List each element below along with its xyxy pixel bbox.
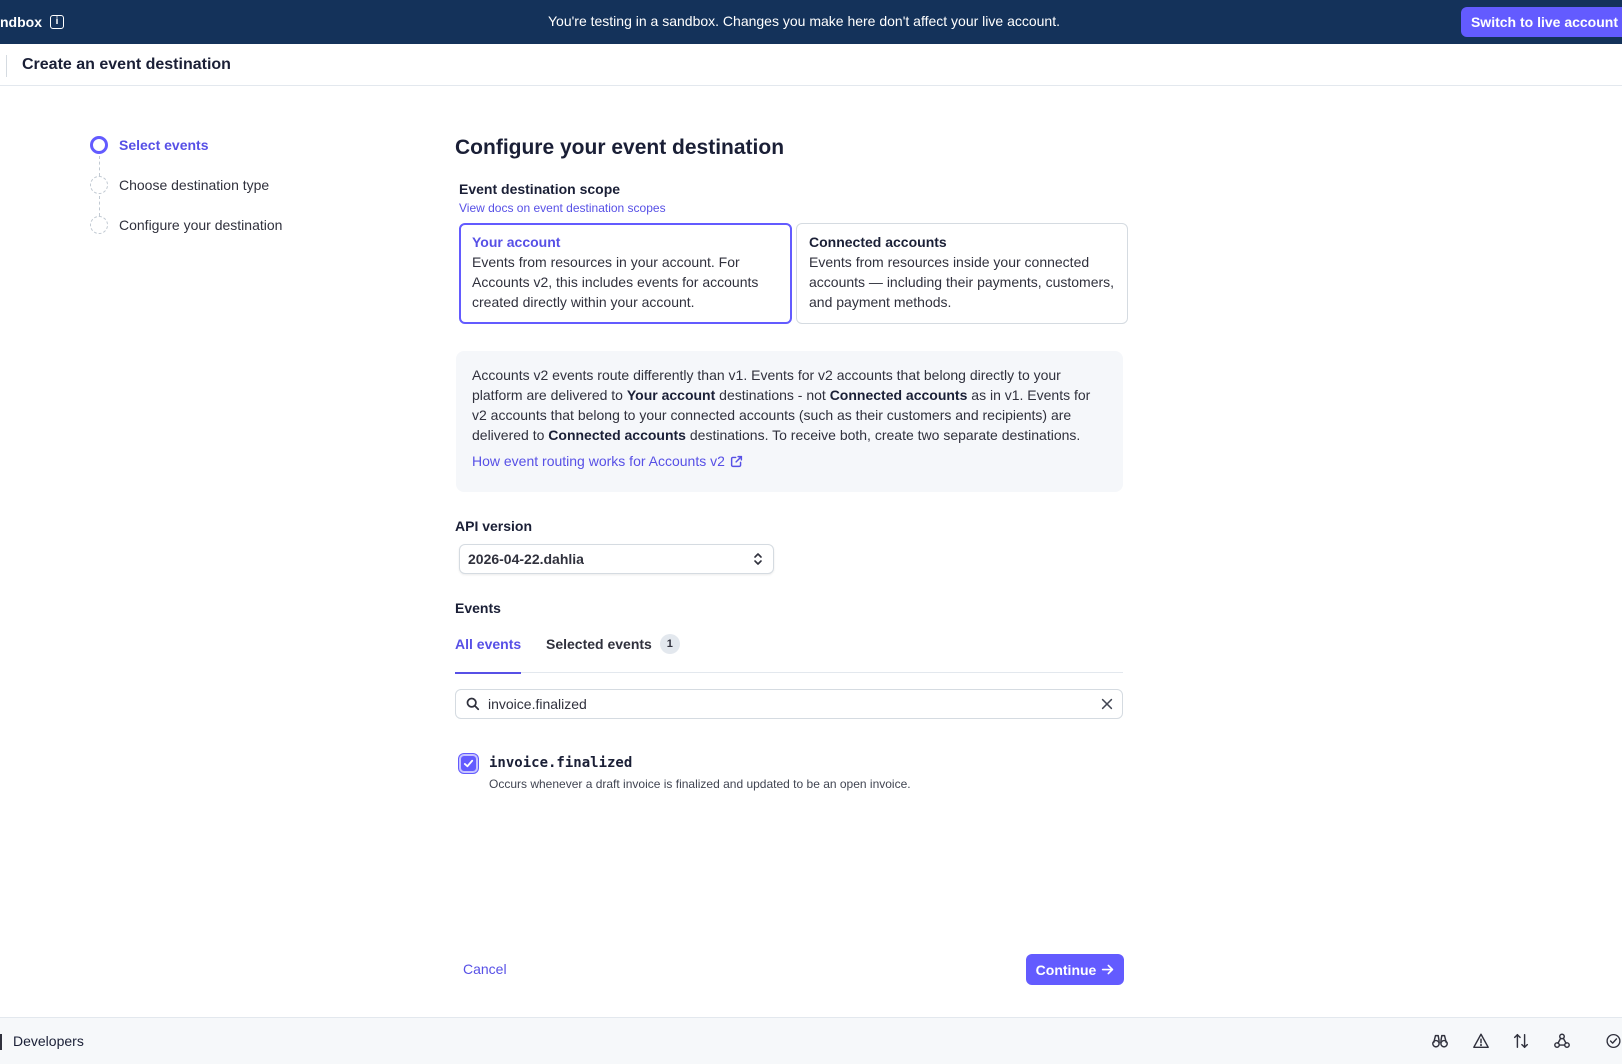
routing-notice: Accounts v2 events route differently tha… xyxy=(456,351,1123,492)
notice-text-part: destinations. To receive both, create tw… xyxy=(685,427,1081,443)
step-pending-indicator xyxy=(90,216,108,234)
footer-divider xyxy=(0,1034,2,1050)
scope-option-connected-accounts[interactable]: Connected accounts Events from resources… xyxy=(796,223,1128,324)
event-checkbox[interactable] xyxy=(459,754,478,773)
event-body: invoice.finalized Occurs whenever a draf… xyxy=(489,754,911,791)
events-label: Events xyxy=(455,600,501,616)
notice-bold: Your account xyxy=(626,387,716,403)
external-link-icon xyxy=(730,455,743,467)
scope-option-description: Events from resources inside your connec… xyxy=(809,254,1115,310)
tab-all-events[interactable]: All events xyxy=(455,636,522,674)
search-icon xyxy=(466,697,480,711)
notice-bold: Connected accounts xyxy=(829,387,968,403)
sandbox-banner: ndbox i You're testing in a sandbox. Cha… xyxy=(0,0,1622,44)
api-version-label: API version xyxy=(455,518,533,534)
warning-icon[interactable] xyxy=(1471,1031,1491,1051)
scope-option-title: Your account xyxy=(472,234,561,250)
arrows-updown-icon[interactable] xyxy=(1511,1031,1531,1051)
tab-selected-events-label: Selected events xyxy=(546,636,652,652)
stepper: Select events Choose destination type Co… xyxy=(90,136,282,256)
continue-label: Continue xyxy=(1035,961,1097,978)
events-tabs: All events Selected events 1 xyxy=(455,628,1123,674)
step-label: Select events xyxy=(119,137,209,153)
arrow-right-icon xyxy=(1102,964,1114,975)
developers-bar: Developers xyxy=(0,1017,1622,1064)
step-label: Configure your destination xyxy=(119,217,283,233)
switch-to-live-button[interactable]: Switch to live account xyxy=(1460,7,1622,37)
continue-button[interactable]: Continue xyxy=(1026,954,1124,985)
step-configure-destination: Configure your destination xyxy=(90,216,282,256)
notice-text: Accounts v2 events route differently tha… xyxy=(472,365,1107,445)
scope-option-title: Connected accounts xyxy=(809,234,947,250)
page-header: Create an event destination xyxy=(0,44,1622,86)
selected-count-badge: 1 xyxy=(659,634,680,654)
event-search-field[interactable]: invoice.finalized xyxy=(455,689,1123,719)
notice-text-part: destinations - not xyxy=(715,387,830,403)
cancel-button[interactable]: Cancel xyxy=(463,961,507,977)
section-title: Configure your event destination xyxy=(455,136,785,159)
step-active-indicator xyxy=(90,136,108,154)
binoculars-icon[interactable] xyxy=(1430,1031,1450,1051)
step-connector xyxy=(98,196,100,216)
checkmark-icon xyxy=(463,759,474,768)
search-input[interactable]: invoice.finalized xyxy=(488,696,587,712)
scope-label: Event destination scope xyxy=(459,181,621,197)
step-label: Choose destination type xyxy=(119,177,270,193)
scope-option-description: Events from resources in your account. F… xyxy=(472,254,759,310)
routing-docs-link-label: How event routing works for Accounts v2 xyxy=(472,453,725,469)
check-circle-icon[interactable] xyxy=(1605,1031,1622,1051)
sandbox-message: You're testing in a sandbox. Changes you… xyxy=(547,13,1060,29)
chevron-updown-icon xyxy=(754,553,762,565)
api-version-value: 2026-04-22.dahlia xyxy=(468,551,584,567)
step-pending-indicator xyxy=(90,176,108,194)
event-result-item: invoice.finalized Occurs whenever a draf… xyxy=(459,754,911,791)
api-version-select[interactable]: 2026-04-22.dahlia xyxy=(459,544,774,574)
scope-docs-link[interactable]: View docs on event destination scopes xyxy=(459,201,666,215)
notice-bold: Connected accounts xyxy=(548,427,686,443)
event-name: invoice.finalized xyxy=(489,755,633,771)
webhook-icon[interactable] xyxy=(1552,1031,1572,1051)
header-divider xyxy=(6,55,7,77)
step-choose-destination-type: Choose destination type xyxy=(90,176,282,216)
page-title: Create an event destination xyxy=(22,56,231,73)
close-icon[interactable] xyxy=(1100,697,1114,711)
routing-docs-link[interactable]: How event routing works for Accounts v2 xyxy=(472,453,743,469)
step-select-events: Select events xyxy=(90,136,282,176)
developers-label[interactable]: Developers xyxy=(13,1033,84,1049)
tab-selected-events[interactable]: Selected events 1 xyxy=(546,634,680,673)
step-connector xyxy=(98,156,100,176)
scope-option-your-account[interactable]: Your account Events from resources in yo… xyxy=(459,223,792,324)
event-description: Occurs whenever a draft invoice is final… xyxy=(489,777,911,791)
